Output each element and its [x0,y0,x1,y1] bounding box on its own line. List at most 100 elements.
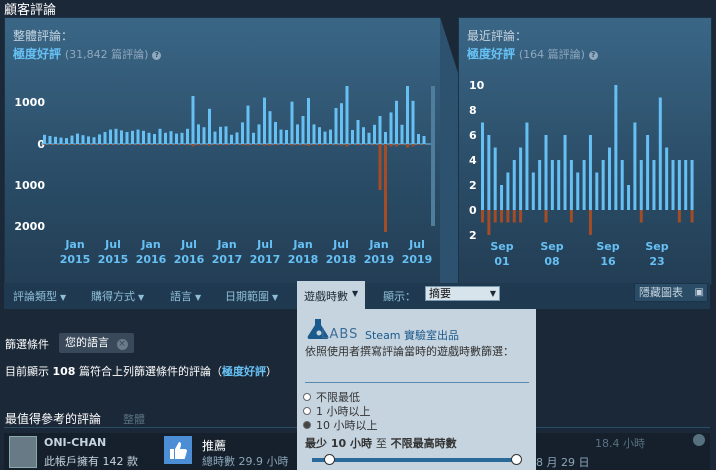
positive-bar [230,134,233,144]
negative-bar [367,144,371,145]
close-icon[interactable]: × [116,339,128,350]
reviewer-name[interactable]: ONI-CHAN [44,436,106,449]
negative-bar [54,144,57,145]
positive-bar [487,135,491,210]
playtime-option[interactable]: 10 小時以上 [303,418,378,432]
overall-histogram[interactable]: 1000010002000Jan2015Jul2015Jan2016Jul201… [5,86,441,284]
negative-bar [87,144,90,145]
chevron-down-icon: ▼ [138,293,145,302]
negative-bar [362,144,365,145]
positive-bar [246,105,250,144]
zoom-connector [440,17,458,283]
positive-bar [658,97,662,210]
x-tick-month: Jan [64,238,84,251]
reviewer-products: 此帳戶擁有 142 款 [44,455,138,468]
range-min: 最少 10 小時 [305,437,372,450]
purchase-type-label: 購得方式 [91,290,135,303]
negative-bar [334,144,338,146]
overall-score[interactable]: 極度好評 [13,47,61,61]
language-filter[interactable]: 語言 ▼ [170,288,201,304]
negative-bar [301,144,305,146]
total-playtime: 總時數 29.9 小時 [202,455,289,468]
purchase-type-filter[interactable]: 購得方式 ▼ [91,288,144,304]
playtime-description: 依照使用者撰寫評論當時的遊戲時數篩選： [305,345,514,358]
positive-bar [367,132,371,144]
avatar[interactable] [9,436,37,468]
playtime-option[interactable]: 不限最低 [303,390,378,404]
date-range-filter[interactable]: 日期範圍 ▼ [225,288,278,304]
negative-bar [481,210,484,223]
positive-bar [493,147,497,210]
positive-bar [48,136,52,144]
y-tick-label: 2 [469,179,477,192]
y-tick-label: 1000 [14,179,45,192]
positive-bar [557,160,561,210]
positive-bar [307,98,310,144]
positive-bar [544,135,548,210]
positive-bar [76,133,79,144]
steam-labs-label: Steam 實驗室出品 [365,329,460,342]
negative-bar [98,144,101,145]
positive-bar [384,132,387,144]
negative-bar [224,144,228,146]
radio-button[interactable] [303,421,311,429]
positive-bar [197,124,200,144]
negative-bar [345,144,349,147]
positive-bar [175,133,178,144]
language-chip[interactable]: 您的語言 × [59,333,134,353]
overall-reviews-panel: 整體評論： 極度好評 (31,842 篇評論) ? 1000010002000J… [4,17,442,285]
positive-bar [620,160,624,210]
overall-tab[interactable]: 整體 [123,411,145,427]
negative-bar [417,144,420,145]
positive-bar [169,131,173,144]
negative-bar [318,144,321,146]
help-icon[interactable]: ? [588,51,598,60]
slider-max-handle[interactable] [511,454,522,465]
positive-bar [340,103,343,144]
playtime-slider-track[interactable] [312,458,520,462]
chart-icon: ▣ [694,287,704,298]
chart-scrollbar [431,86,435,226]
x-tick-month: Sep [540,240,563,253]
playtime-range: 最少 10 小時 至 不限最高時數 [305,435,457,451]
y-tick-label: 6 [469,129,477,142]
showing-number: 108 [52,365,76,378]
hide-graph-button[interactable]: 隱藏圖表 ▣ [634,283,708,302]
help-icon[interactable]: ? [152,51,162,60]
positive-bar [290,101,294,144]
chevron-down-icon: ▼ [195,293,202,302]
negative-bar [246,144,250,146]
display-select[interactable]: 摘要 ▼ [425,286,500,301]
x-tick-year: 2015 [60,253,91,266]
positive-bar [235,132,239,144]
positive-bar [268,111,272,144]
positive-bar [411,100,415,144]
positive-bar [142,130,145,144]
positive-bar [378,116,382,144]
negative-bar [235,144,239,145]
recent-histogram[interactable]: 10 8 6 4 2 0 2 Sep 01 Sep 08 Sep 16 Sep 23 [459,70,711,284]
positive-bar [351,130,354,144]
x-tick-year: 2017 [212,253,243,266]
positive-bar [538,160,542,210]
y-tick-label: 2 [469,229,477,242]
x-tick-month: Jul [104,238,121,251]
playtime-filter[interactable]: 遊戲時數 ▼ [297,281,365,309]
slider-min-handle[interactable] [324,454,335,465]
review-type-filter[interactable]: 評論類型 ▼ [13,288,66,304]
positive-bar [395,100,398,144]
y-tick-label: 2000 [14,220,45,233]
chevron-down-icon: ▼ [352,289,359,298]
playtime-label: 遊戲時數 [304,290,348,303]
playtime-option[interactable]: 1 小時以上 [303,404,378,418]
language-chip-label: 您的語言 [65,336,109,349]
negative-bar [131,144,134,145]
negative-bar [213,144,217,145]
positive-bar [153,134,156,144]
radio-button[interactable] [303,407,311,415]
radio-button[interactable] [303,393,311,401]
x-tick-year: 2018 [326,253,357,266]
chevron-down-icon: ▼ [489,289,496,298]
negative-bar [411,144,415,147]
recent-score[interactable]: 極度好評 [467,47,515,61]
